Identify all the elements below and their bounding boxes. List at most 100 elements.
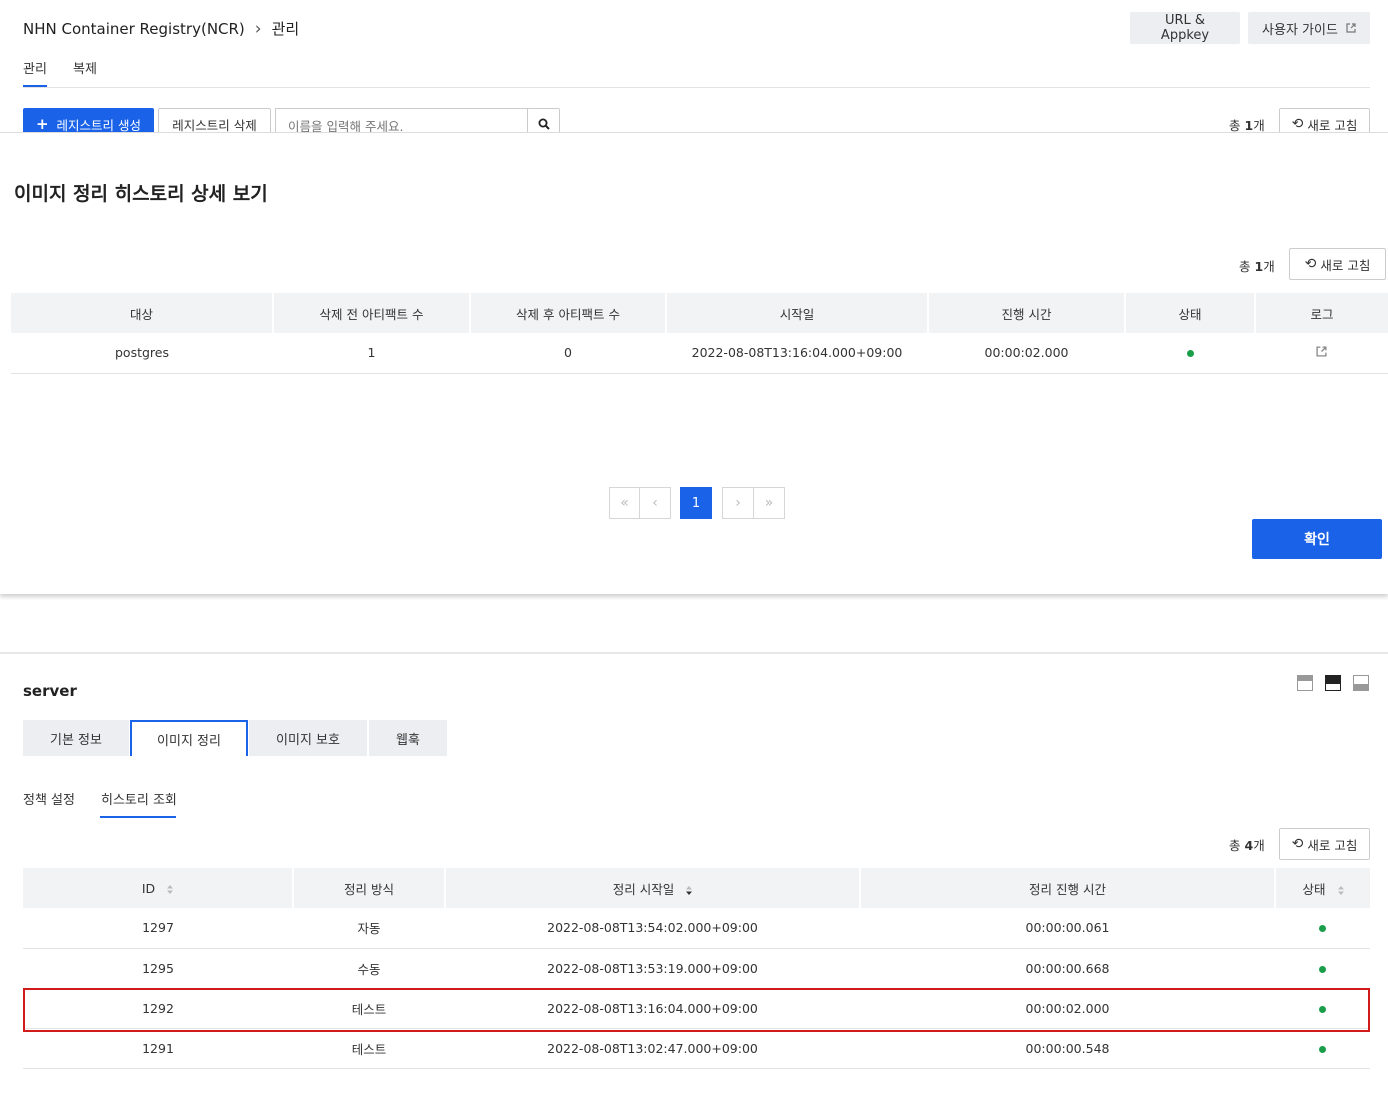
sort-desc-icon [686, 885, 693, 895]
method-cell: 테스트 [293, 988, 445, 1029]
column-header: 삭제 전 아티팩트 수 [273, 293, 471, 333]
table-row[interactable]: 1297 자동 2022-08-08T13:54:02.000+09:00 00… [23, 908, 1370, 949]
method-cell: 테스트 [293, 1028, 445, 1069]
breadcrumb: NHN Container Registry(NCR) › 관리 [23, 18, 299, 39]
tab-replication[interactable]: 복제 [73, 58, 97, 77]
refresh-label: 새로 고침 [1320, 257, 1371, 273]
column-header-duration: 정리 진행 시간 [860, 868, 1276, 908]
tabs-divider [23, 87, 1370, 88]
tab-image-cleanup[interactable]: 이미지 정리 [130, 720, 248, 756]
breadcrumb-separator: › [254, 18, 262, 39]
last-page-button[interactable]: » [753, 487, 785, 519]
confirm-button[interactable]: 확인 [1252, 519, 1382, 559]
column-header-id[interactable]: ID [23, 868, 294, 908]
log-cell [1255, 333, 1388, 374]
service-name[interactable]: NHN Container Registry(NCR) [23, 20, 245, 38]
duration-cell: 00:00:02.000 [860, 988, 1275, 1029]
table-row[interactable]: 1295 수동 2022-08-08T13:53:19.000+09:00 00… [23, 948, 1370, 989]
prev-page-button[interactable]: ‹ [639, 487, 671, 519]
subtab-history-underline [100, 816, 176, 818]
column-header: 로그 [1255, 293, 1388, 333]
status-cell [1275, 988, 1370, 1029]
tab-basic-info[interactable]: 기본 정보 [23, 720, 129, 756]
status-success-icon [1319, 1045, 1326, 1053]
status-success-icon [1319, 1005, 1326, 1013]
id-cell: 1292 [23, 988, 293, 1029]
modal-title: 이미지 정리 히스토리 상세 보기 [14, 183, 268, 205]
tab-webhook[interactable]: 웹훅 [369, 720, 447, 756]
user-guide-button[interactable]: 사용자 가이드 [1248, 12, 1370, 44]
duration-cell: 00:00:00.061 [860, 908, 1275, 949]
after-count-cell: 0 [470, 333, 666, 374]
history-detail-modal: 이미지 정리 히스토리 상세 보기 총 1개 ⟲ 새로 고침 대상 삭제 전 아… [0, 132, 1388, 594]
log-external-link-icon[interactable] [1316, 346, 1327, 357]
duration-cell: 00:00:00.668 [860, 948, 1275, 989]
url-appkey-button[interactable]: URL & Appkey [1130, 12, 1240, 44]
status-success-icon [1186, 350, 1194, 358]
url-appkey-label: URL & Appkey [1160, 13, 1210, 43]
external-link-icon [1346, 23, 1356, 33]
method-cell: 자동 [293, 908, 445, 949]
column-header: 상태 [1125, 293, 1256, 333]
layout-bottom-icon[interactable] [1353, 675, 1369, 691]
status-cell [1275, 908, 1370, 949]
status-cell [1275, 948, 1370, 989]
column-header: 진행 시간 [928, 293, 1126, 333]
next-page-button[interactable]: › [722, 487, 754, 519]
status-success-icon [1319, 965, 1326, 973]
start-date-cell: 2022-08-08T13:16:04.000+09:00 [445, 988, 860, 1029]
refresh-label: 새로 고침 [1307, 837, 1358, 853]
plus-icon: + [35, 115, 49, 133]
start-date-cell: 2022-08-08T13:53:19.000+09:00 [445, 948, 860, 989]
search-icon [538, 118, 550, 130]
tab-manage[interactable]: 관리 [23, 58, 47, 77]
modal-table: 대상 삭제 전 아티팩트 수 삭제 후 아티팩트 수 시작일 진행 시간 상태 … [11, 293, 1388, 374]
duration-cell: 00:00:02.000 [928, 333, 1125, 374]
id-cell: 1295 [23, 948, 293, 989]
layout-middle-icon[interactable] [1325, 675, 1341, 691]
column-header: 시작일 [666, 293, 929, 333]
table-row[interactable]: 1291 테스트 2022-08-08T13:02:47.000+09:00 0… [23, 1028, 1370, 1069]
duration-cell: 00:00:00.548 [860, 1028, 1275, 1069]
column-header-status[interactable]: 상태 [1275, 868, 1370, 908]
column-header-method: 정리 방식 [293, 868, 446, 908]
history-refresh-button[interactable]: ⟲ 새로 고침 [1279, 828, 1370, 860]
start-date-cell: 2022-08-08T13:16:04.000+09:00 [666, 333, 928, 374]
panel-title: server [23, 682, 77, 700]
sort-icon [167, 884, 174, 894]
history-total: 총 4개 [1229, 838, 1265, 853]
user-guide-label: 사용자 가이드 [1262, 22, 1338, 38]
table-row-highlighted[interactable]: 1292 테스트 2022-08-08T13:16:04.000+09:00 0… [23, 988, 1370, 1029]
column-header: 삭제 후 아티팩트 수 [470, 293, 667, 333]
refresh-icon: ⟲ [1291, 836, 1304, 852]
modal-refresh-button[interactable]: ⟲ 새로 고침 [1289, 248, 1386, 280]
before-count-cell: 1 [273, 333, 470, 374]
target-cell: postgres [11, 333, 273, 374]
tab-image-protection[interactable]: 이미지 보호 [249, 720, 367, 756]
status-cell [1125, 333, 1255, 374]
history-table: ID 정리 방식 정리 시작일 정리 진행 시간 상태 1297 자동 2022… [23, 868, 1370, 1069]
panel-divider [0, 652, 1388, 654]
id-cell: 1297 [23, 908, 293, 949]
status-cell [1275, 1028, 1370, 1069]
page-1-button[interactable]: 1 [680, 487, 712, 519]
table-row: postgres 1 0 2022-08-08T13:16:04.000+09:… [11, 333, 1388, 374]
start-date-cell: 2022-08-08T13:02:47.000+09:00 [445, 1028, 860, 1069]
id-cell: 1291 [23, 1028, 293, 1069]
layout-top-icon[interactable] [1297, 675, 1313, 691]
method-cell: 수동 [293, 948, 445, 989]
subtab-policy[interactable]: 정책 설정 [23, 789, 75, 808]
refresh-icon: ⟲ [1304, 256, 1317, 272]
column-header-start[interactable]: 정리 시작일 [445, 868, 861, 908]
start-date-cell: 2022-08-08T13:54:02.000+09:00 [445, 908, 860, 949]
confirm-label: 확인 [1304, 532, 1330, 548]
refresh-icon: ⟲ [1291, 116, 1304, 132]
refresh-label: 새로 고침 [1307, 117, 1358, 133]
status-success-icon [1319, 925, 1326, 933]
subtab-history[interactable]: 히스토리 조회 [101, 789, 177, 808]
modal-total: 총 1개 [1239, 259, 1275, 274]
first-page-button[interactable]: « [609, 487, 640, 519]
delete-registry-label: 레지스트리 삭제 [172, 117, 257, 133]
create-registry-label: 레지스트리 생성 [56, 117, 142, 133]
breadcrumb-current: 관리 [271, 20, 300, 38]
